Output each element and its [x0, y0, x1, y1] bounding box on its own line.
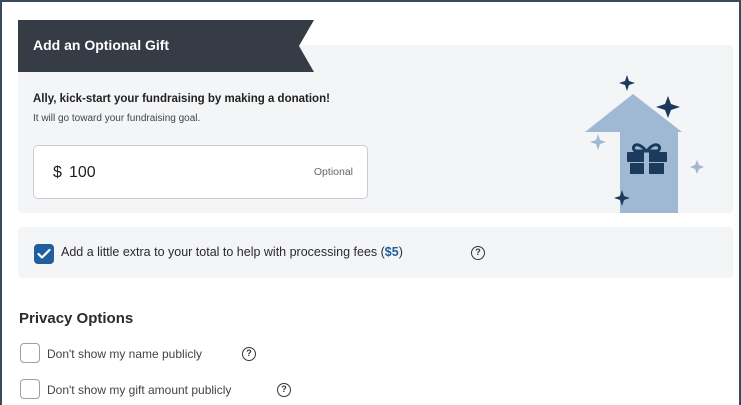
hide-name-label[interactable]: Don't show my name publicly: [47, 347, 202, 361]
hide-amount-checkbox[interactable]: [20, 379, 40, 399]
processing-fee-label[interactable]: Add a little extra to your total to help…: [61, 245, 403, 259]
gift-heading: Ally, kick-start your fundraising by mak…: [33, 93, 330, 105]
hide-amount-label[interactable]: Don't show my gift amount publicly: [47, 383, 231, 397]
gift-arrow-illustration: [585, 70, 710, 220]
check-icon: [37, 248, 51, 259]
gift-amount-input[interactable]: $ 100 Optional: [33, 145, 368, 199]
gift-subtext: It will go toward your fundraising goal.: [33, 113, 201, 124]
processing-fee-help-icon[interactable]: ?: [471, 246, 485, 260]
optional-label: Optional: [313, 166, 353, 178]
optional-gift-tab: Add an Optional Gift: [18, 20, 314, 72]
hide-name-help-icon[interactable]: ?: [242, 347, 256, 361]
hide-name-checkbox[interactable]: [20, 343, 40, 363]
currency-symbol: $: [53, 164, 62, 181]
gift-amount-value[interactable]: 100: [69, 164, 96, 182]
processing-fee-checkbox[interactable]: [34, 244, 54, 264]
hide-amount-help-icon[interactable]: ?: [277, 383, 291, 397]
processing-fee-amount: $5: [384, 245, 399, 259]
privacy-options-title: Privacy Options: [19, 310, 134, 327]
optional-gift-title: Add an Optional Gift: [33, 37, 170, 53]
